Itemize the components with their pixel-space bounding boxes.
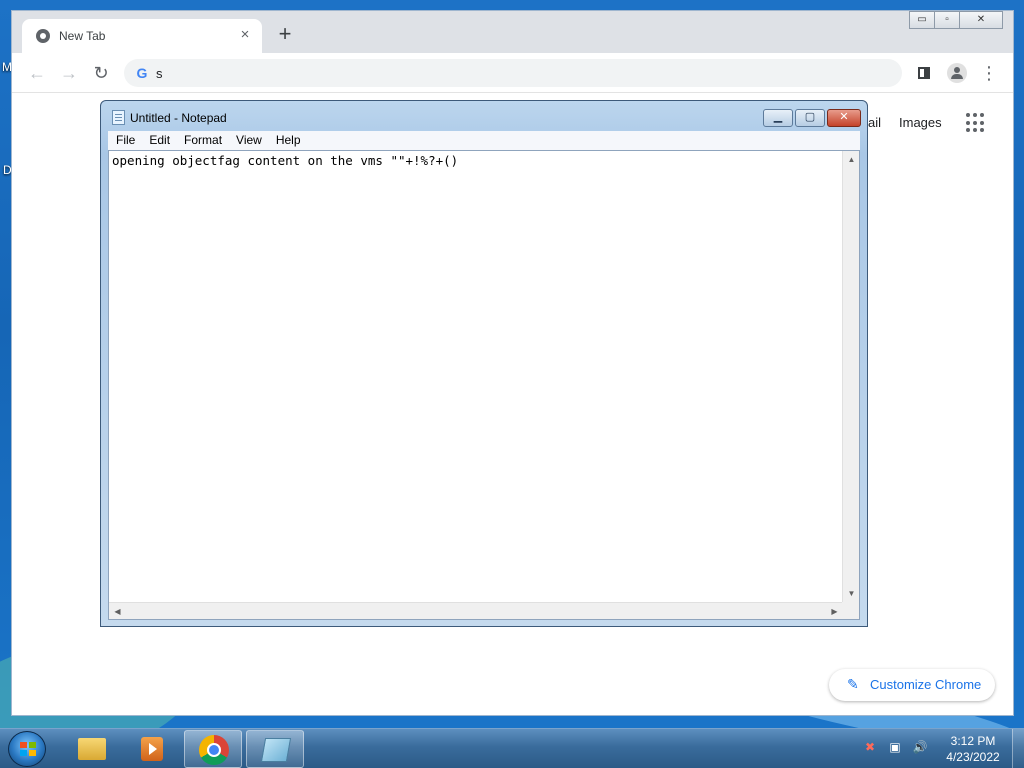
menu-file[interactable]: File bbox=[116, 131, 135, 150]
vertical-scrollbar[interactable]: ▲ ▼ bbox=[842, 151, 859, 602]
chrome-icon bbox=[199, 735, 229, 765]
notepad-icon bbox=[112, 110, 125, 125]
scroll-up-arrow-icon[interactable]: ▲ bbox=[843, 151, 860, 168]
windows-logo-icon bbox=[20, 742, 36, 756]
google-g-icon: G bbox=[136, 65, 148, 81]
menu-kebab-icon[interactable]: ⋮ bbox=[977, 61, 1001, 85]
clock[interactable]: 3:12 PM 4/23/2022 bbox=[940, 733, 1006, 765]
forward-arrow-icon[interactable]: → bbox=[57, 61, 81, 85]
system-tray: ✖ ▣ 🔊 bbox=[862, 739, 937, 755]
menu-help[interactable]: Help bbox=[276, 131, 301, 150]
notepad-text-area[interactable]: opening objectfag content on the vms ""+… bbox=[108, 150, 860, 620]
new-tab-button[interactable]: + bbox=[274, 23, 296, 46]
maximize-button[interactable]: ▫ bbox=[934, 11, 960, 29]
notepad-title: Untitled - Notepad bbox=[130, 111, 227, 125]
folder-icon bbox=[78, 738, 106, 760]
customize-chrome-button[interactable]: ✎ Customize Chrome bbox=[829, 669, 995, 701]
horizontal-scrollbar[interactable]: ◀ ▶ bbox=[109, 602, 843, 619]
customize-chrome-label: Customize Chrome bbox=[870, 677, 982, 692]
taskbar-media-player[interactable] bbox=[122, 730, 180, 768]
tab-new-tab[interactable]: New Tab × bbox=[22, 19, 262, 53]
taskbar-explorer[interactable] bbox=[62, 730, 120, 768]
notepad-menu-bar: File Edit Format View Help bbox=[108, 131, 860, 150]
menu-edit[interactable]: Edit bbox=[149, 131, 170, 150]
close-tab-icon[interactable]: × bbox=[236, 26, 254, 44]
scroll-right-arrow-icon[interactable]: ▶ bbox=[826, 603, 843, 620]
minimize-button[interactable]: ▭ bbox=[909, 11, 935, 29]
taskbar: ✖ ▣ 🔊 3:12 PM 4/23/2022 bbox=[0, 728, 1024, 768]
images-link[interactable]: Images bbox=[899, 115, 942, 130]
window-controls: ▭ ▫ ✕ bbox=[909, 11, 1003, 29]
gmail-link[interactable]: ail bbox=[868, 115, 881, 130]
notepad-icon bbox=[260, 738, 292, 762]
tab-strip: New Tab × + ▭ ▫ ✕ bbox=[12, 11, 1013, 53]
scroll-down-arrow-icon[interactable]: ▼ bbox=[843, 585, 860, 602]
menu-format[interactable]: Format bbox=[184, 131, 222, 150]
close-window-button[interactable]: ✕ bbox=[959, 11, 1003, 29]
clock-date: 4/23/2022 bbox=[946, 750, 1000, 764]
notepad-minimize-button[interactable]: ▁ bbox=[763, 109, 793, 127]
notepad-content[interactable]: opening objectfag content on the vms ""+… bbox=[112, 153, 458, 168]
profile-button[interactable] bbox=[945, 61, 969, 85]
scroll-left-arrow-icon[interactable]: ◀ bbox=[109, 603, 126, 620]
action-center-icon[interactable]: ✖ bbox=[862, 739, 878, 755]
notepad-window-controls: ▁ ▢ ✕ bbox=[761, 109, 861, 127]
pencil-icon: ✎ bbox=[847, 676, 859, 692]
address-bar-text[interactable]: s bbox=[156, 66, 163, 81]
browser-toolbar: ← → ↻ G s ⋮ bbox=[12, 53, 1013, 93]
notepad-window: Untitled - Notepad ▁ ▢ ✕ File Edit Forma… bbox=[100, 100, 868, 627]
chrome-favicon-icon bbox=[36, 29, 50, 43]
notepad-close-button[interactable]: ✕ bbox=[827, 109, 861, 127]
side-panel-button[interactable] bbox=[912, 61, 936, 85]
google-apps-icon[interactable] bbox=[966, 113, 986, 133]
notepad-title-bar[interactable]: Untitled - Notepad ▁ ▢ ✕ bbox=[101, 101, 867, 131]
start-button[interactable] bbox=[8, 731, 46, 767]
show-desktop-button[interactable] bbox=[1012, 729, 1024, 768]
profile-icon bbox=[947, 63, 967, 83]
address-bar[interactable]: G s bbox=[124, 59, 902, 87]
clock-time: 3:12 PM bbox=[950, 734, 996, 748]
tab-title: New Tab bbox=[59, 29, 106, 43]
taskbar-notepad[interactable] bbox=[246, 730, 304, 768]
reload-icon[interactable]: ↻ bbox=[89, 61, 113, 85]
network-icon[interactable]: ▣ bbox=[887, 739, 903, 755]
back-arrow-icon[interactable]: ← bbox=[25, 61, 49, 85]
side-panel-icon bbox=[918, 67, 930, 79]
volume-icon[interactable]: 🔊 bbox=[912, 739, 928, 755]
taskbar-chrome[interactable] bbox=[184, 730, 242, 768]
media-player-icon bbox=[141, 737, 163, 761]
resize-grip[interactable] bbox=[842, 602, 859, 619]
menu-view[interactable]: View bbox=[236, 131, 262, 150]
notepad-maximize-button[interactable]: ▢ bbox=[795, 109, 825, 127]
